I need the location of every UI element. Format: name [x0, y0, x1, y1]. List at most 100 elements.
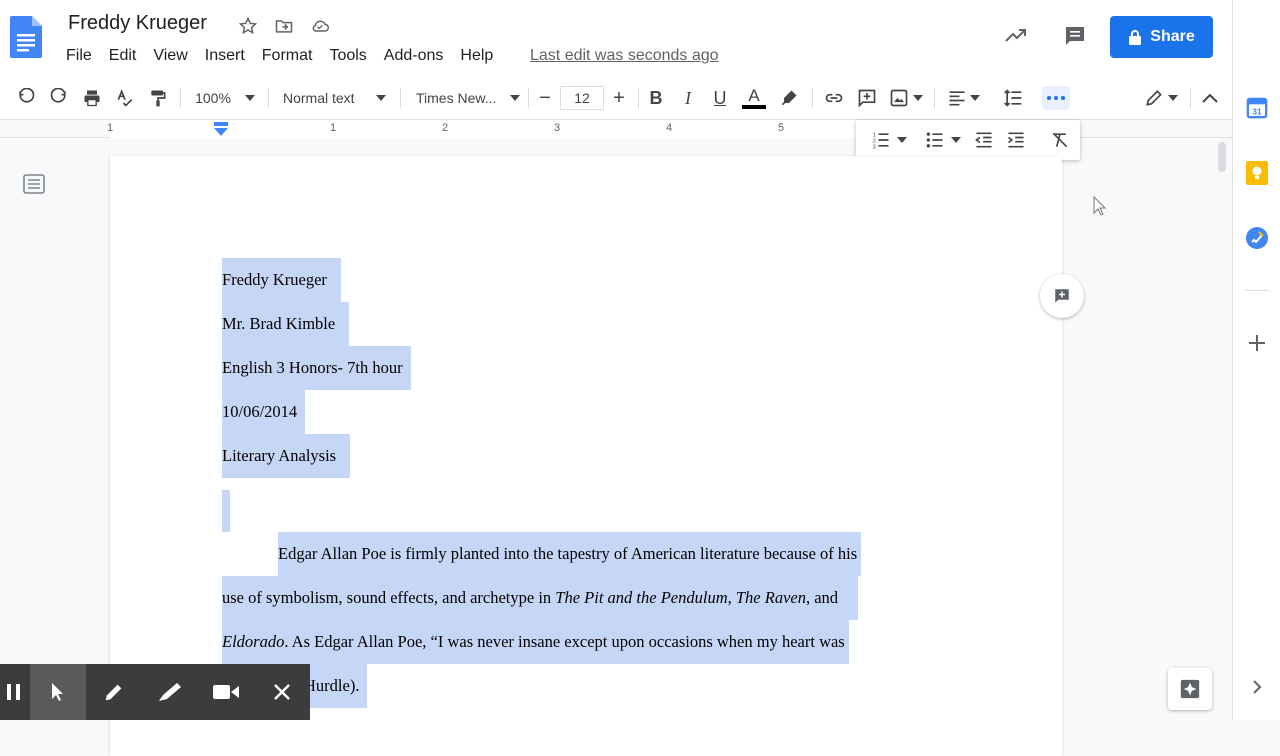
menu-insert[interactable]: Insert: [205, 46, 245, 66]
font-size-input[interactable]: 12: [560, 86, 604, 110]
paragraph-line[interactable]: Eldorado. As Edgar Allan Poe, “I was nev…: [222, 620, 849, 664]
doc-line-teacher[interactable]: Mr. Brad Kimble: [222, 302, 350, 346]
screen-recorder-bar: [0, 664, 310, 720]
link-icon[interactable]: [821, 86, 847, 110]
undo-icon[interactable]: [14, 86, 38, 110]
align-icon[interactable]: [944, 86, 982, 110]
increase-font-size-button[interactable]: +: [608, 86, 630, 110]
doc-line-class[interactable]: English 3 Honors- 7th hour: [222, 346, 411, 390]
increase-indent-icon[interactable]: [1004, 128, 1028, 152]
toolbar: 100% Normal text Times New... − + B I U …: [0, 76, 1232, 120]
text-run: use of symbolism, sound effects, and arc…: [222, 588, 556, 607]
share-button[interactable]: Share: [1110, 16, 1213, 58]
italic-icon[interactable]: I: [677, 86, 699, 110]
print-icon[interactable]: [80, 86, 104, 110]
tasks-icon[interactable]: [1245, 226, 1269, 250]
menu-bar: File Edit View Insert Format Tools Add-o…: [66, 46, 510, 66]
overflow-toolbar: 123: [856, 120, 1080, 160]
paragraph-style-value: Normal text: [283, 90, 355, 106]
paint-format-icon[interactable]: [146, 86, 170, 110]
camera-icon[interactable]: [198, 664, 254, 720]
keep-icon[interactable]: [1245, 161, 1269, 185]
zoom-select[interactable]: 100%: [190, 86, 260, 110]
chevron-down-icon: [244, 95, 255, 101]
close-icon[interactable]: [254, 664, 310, 720]
side-panel: 31: [1232, 0, 1280, 720]
text-run-italic: The Pit and the Pendulum: [555, 588, 728, 607]
insert-comment-icon[interactable]: [855, 86, 879, 110]
text-color-icon[interactable]: A: [741, 86, 767, 110]
redo-icon[interactable]: [47, 86, 71, 110]
doc-line-title[interactable]: Literary Analysis: [222, 434, 351, 478]
top-bar: Freddy Krueger File Edit View Insert For…: [0, 0, 1275, 76]
more-options-icon[interactable]: [1042, 86, 1070, 110]
ruler-number: 1: [107, 122, 114, 134]
star-icon[interactable]: [236, 14, 260, 38]
ruler-number: 4: [666, 122, 673, 134]
move-folder-icon[interactable]: [272, 14, 296, 38]
explore-icon: [1180, 679, 1200, 699]
indent-marker-icon[interactable]: [214, 122, 228, 136]
share-label: Share: [1150, 28, 1195, 45]
text-run: , and: [805, 588, 839, 607]
pointer-tool-icon[interactable]: [30, 664, 86, 720]
chevron-right-icon[interactable]: [1245, 675, 1269, 699]
menu-file[interactable]: File: [66, 46, 92, 66]
numbered-list-icon[interactable]: 123: [866, 128, 912, 152]
doc-line-date[interactable]: 10/06/2014: [222, 390, 306, 434]
decrease-indent-icon[interactable]: [972, 128, 996, 152]
add-comment-button[interactable]: [1040, 274, 1084, 318]
menu-tools[interactable]: Tools: [329, 46, 366, 66]
paragraph-style-select[interactable]: Normal text: [278, 86, 388, 110]
clear-formatting-icon[interactable]: [1048, 128, 1072, 152]
menu-help[interactable]: Help: [460, 46, 493, 66]
last-edit-link[interactable]: Last edit was seconds ago: [530, 46, 719, 66]
explore-button[interactable]: [1168, 668, 1212, 710]
menu-edit[interactable]: Edit: [109, 46, 137, 66]
menu-format[interactable]: Format: [262, 46, 313, 66]
font-select[interactable]: Times New...: [410, 86, 522, 110]
chevron-down-icon: [376, 95, 386, 101]
svg-text:3: 3: [873, 144, 876, 150]
highlight-icon[interactable]: [777, 86, 801, 110]
comment-history-icon[interactable]: [1062, 24, 1088, 48]
ruler-number: 2: [442, 122, 449, 134]
line-spacing-icon[interactable]: [1000, 86, 1026, 110]
paragraph-line[interactable]: use of symbolism, sound effects, and arc…: [222, 576, 859, 620]
collapse-menus-icon[interactable]: [1198, 86, 1222, 110]
menu-addons[interactable]: Add-ons: [384, 46, 444, 66]
insert-image-icon[interactable]: [886, 86, 926, 110]
ruler-number: 5: [778, 122, 785, 134]
font-value: Times New...: [416, 90, 497, 106]
text-run-italic: Eldorado: [222, 632, 285, 651]
docs-logo-icon[interactable]: [10, 16, 42, 58]
paragraph-line[interactable]: Hurdle).: [304, 664, 368, 708]
menu-view[interactable]: View: [153, 46, 187, 66]
ruler-number: 1: [330, 122, 337, 134]
activity-trend-icon[interactable]: [1003, 24, 1029, 48]
lock-icon: [1129, 30, 1142, 45]
doc-line-name[interactable]: Freddy Krueger: [222, 258, 341, 302]
document-outline-icon[interactable]: [22, 172, 46, 196]
pen-tool-icon[interactable]: [86, 664, 142, 720]
chevron-down-icon: [510, 95, 520, 101]
add-addon-icon[interactable]: [1245, 331, 1269, 355]
highlighter-tool-icon[interactable]: [142, 664, 198, 720]
bulleted-list-icon[interactable]: [920, 128, 966, 152]
zoom-value: 100%: [195, 90, 231, 106]
text-run-italic: The Raven: [735, 588, 806, 607]
text-run: ,: [727, 588, 736, 607]
underline-icon[interactable]: U: [709, 86, 731, 110]
spellcheck-icon[interactable]: [113, 86, 137, 110]
scrollbar-thumb[interactable]: [1218, 142, 1226, 172]
doc-title[interactable]: Freddy Krueger: [68, 12, 207, 35]
bold-icon[interactable]: B: [645, 86, 667, 110]
pause-icon[interactable]: [0, 664, 30, 720]
paragraph-line[interactable]: Edgar Allan Poe is firmly planted into t…: [278, 532, 862, 576]
editing-mode-icon[interactable]: [1140, 86, 1182, 110]
text-run: . As Edgar Allan Poe, “I was never insan…: [284, 632, 845, 651]
calendar-icon[interactable]: 31: [1245, 96, 1269, 120]
ruler-number: 3: [554, 122, 561, 134]
decrease-font-size-button[interactable]: −: [534, 86, 556, 110]
cloud-status-icon[interactable]: [308, 14, 332, 38]
